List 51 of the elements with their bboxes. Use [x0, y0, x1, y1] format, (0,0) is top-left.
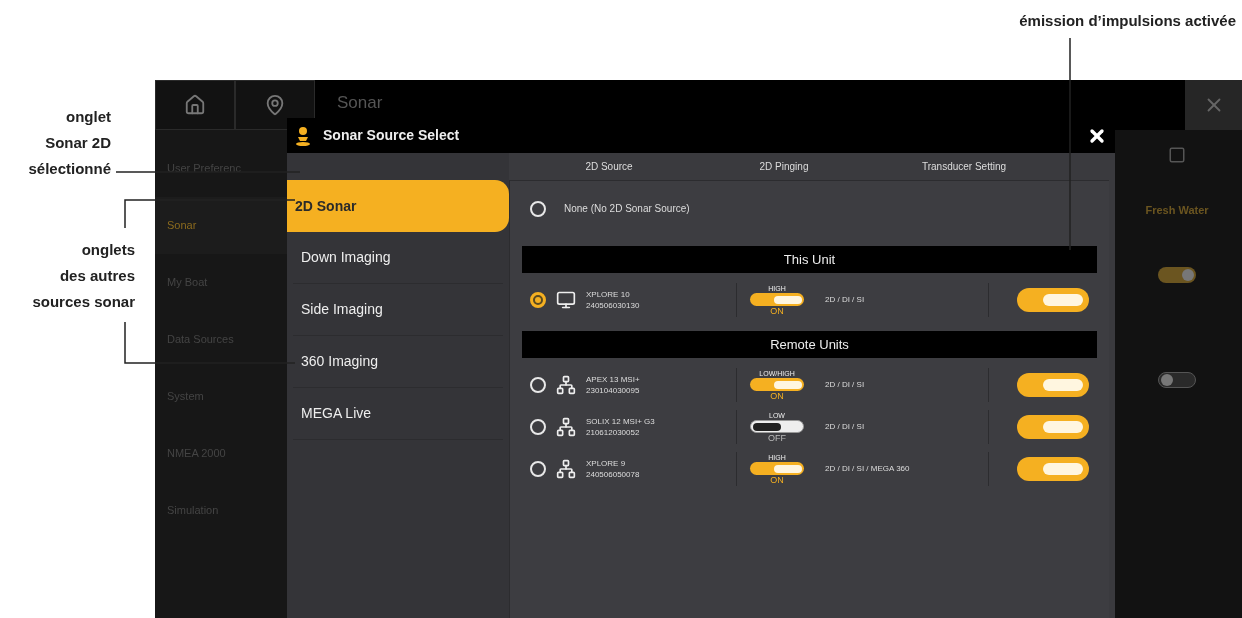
unit-model: SOLIX 12 MSI+ G3	[586, 416, 656, 427]
source-tab[interactable]: 2D Sonar	[287, 180, 509, 232]
unit-serial: 240506050078	[586, 469, 641, 480]
source-types: 2D / DI / SI	[824, 421, 866, 433]
home-icon	[184, 94, 206, 116]
section-header: Remote Units	[522, 331, 1097, 358]
ping-toggle[interactable]	[750, 462, 804, 475]
transducer-icon	[295, 125, 311, 146]
unit-serial: 230104030095	[586, 385, 641, 396]
map-pin-icon	[264, 94, 286, 116]
callout-label: onglets des autres sources sonar	[32, 240, 135, 312]
source-tab[interactable]: 360 Imaging	[293, 336, 503, 388]
transducer-toggle[interactable]	[1017, 457, 1089, 481]
callout-label: onglet Sonar 2D sélectionné	[28, 107, 111, 179]
section-header: This Unit	[522, 246, 1097, 273]
unit-model: APEX 13 MSI+	[586, 374, 641, 385]
transducer-toggle[interactable]	[1017, 288, 1089, 312]
source-types: 2D / DI / SI / MEGA 360	[824, 463, 911, 475]
source-types: 2D / DI / SI	[824, 379, 866, 391]
source-tab[interactable]: Side Imaging	[293, 284, 503, 336]
ping-toggle[interactable]	[750, 378, 804, 391]
display-icon	[556, 290, 576, 310]
home-button[interactable]	[155, 80, 235, 130]
source-tab[interactable]: MEGA Live	[293, 388, 503, 440]
network-icon	[556, 459, 576, 479]
ping-state: OFF	[768, 433, 786, 443]
source-tab[interactable]: Down Imaging	[293, 232, 503, 284]
column-header: Transducer Setting	[920, 160, 1008, 174]
unit-serial: 240506030130	[586, 300, 641, 311]
option-label: None (No 2D Sonar Source)	[564, 202, 690, 216]
ping-toggle[interactable]	[750, 420, 804, 433]
ping-state: ON	[770, 475, 784, 485]
network-icon	[556, 417, 576, 437]
water-type: Fresh Water	[1144, 202, 1210, 218]
column-header: 2D Source	[584, 160, 634, 174]
unit-model: XPLORE 10	[586, 289, 631, 300]
ping-toggle[interactable]	[750, 293, 804, 306]
column-header: 2D Pinging	[758, 160, 810, 174]
toggle-switch[interactable]	[1158, 267, 1196, 283]
transducer-toggle[interactable]	[1017, 415, 1089, 439]
unit-serial: 210612030052	[586, 427, 641, 438]
ping-state: ON	[770, 391, 784, 401]
network-icon	[556, 375, 576, 395]
unit-model: XPLORE 9	[586, 458, 627, 469]
square-icon	[1168, 146, 1186, 164]
ping-state: ON	[770, 306, 784, 316]
callout-label: émission d’impulsions activée	[1019, 11, 1236, 31]
transducer-toggle[interactable]	[1017, 373, 1089, 397]
radio-button[interactable]	[530, 292, 546, 308]
toggle-switch[interactable]	[1158, 372, 1196, 388]
source-types: 2D / DI / SI	[824, 294, 866, 306]
